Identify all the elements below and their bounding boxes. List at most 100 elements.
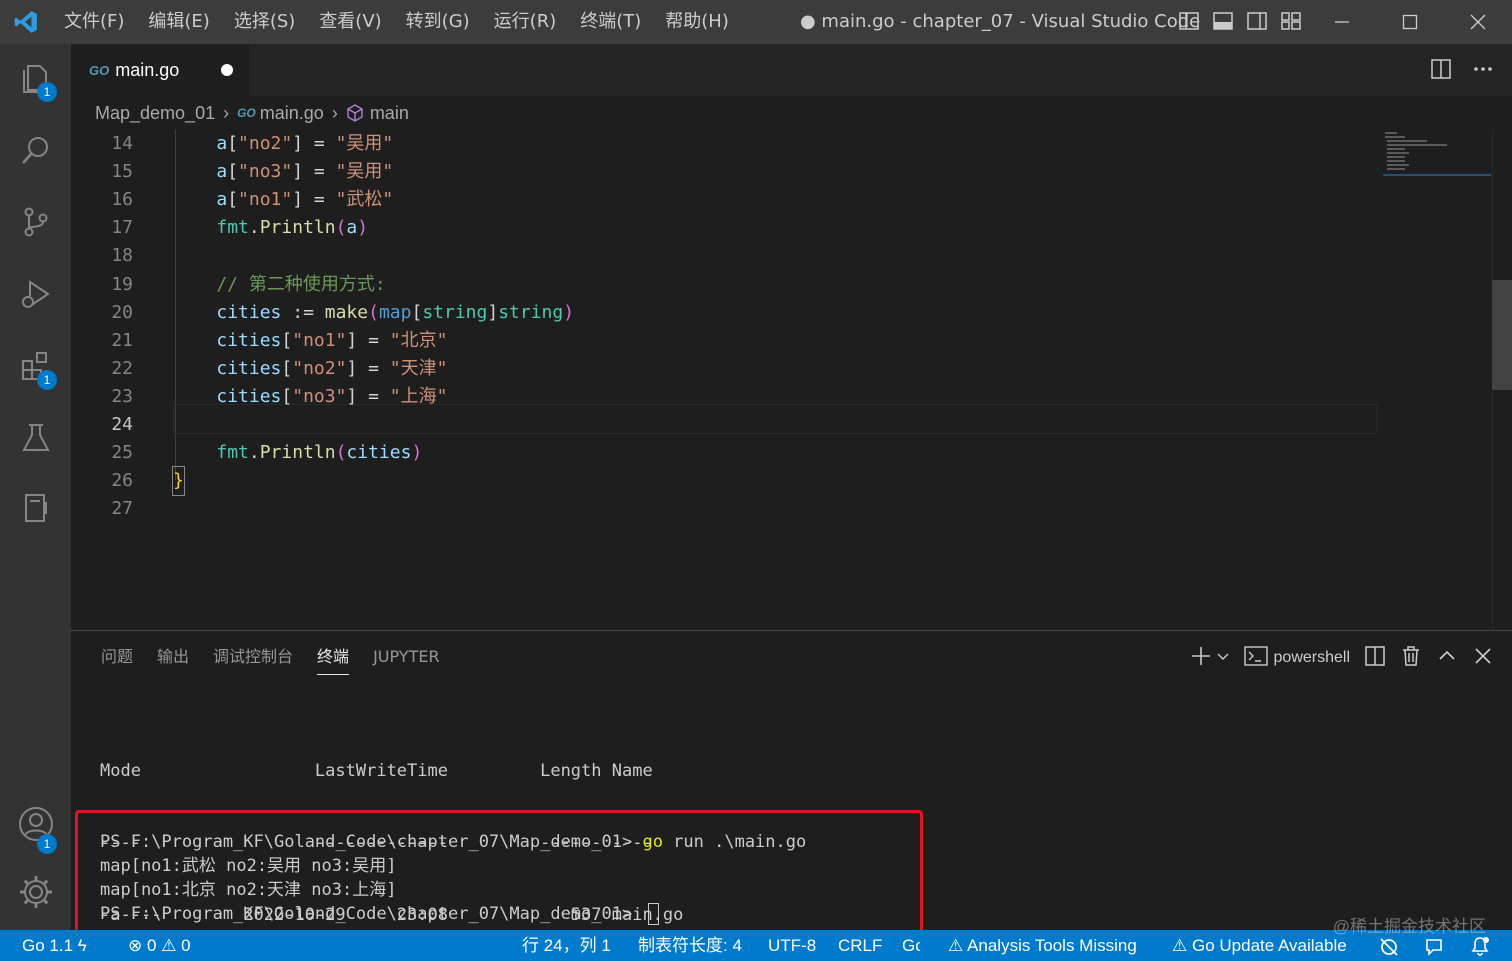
maximize-panel-icon[interactable] xyxy=(1436,645,1458,671)
chevron-down-icon[interactable] xyxy=(1216,649,1230,668)
tab-terminal[interactable]: 终端 xyxy=(305,631,361,683)
customize-layout-icon[interactable] xyxy=(1280,10,1302,32)
new-terminal-icon[interactable] xyxy=(1190,645,1212,671)
copilot-off-icon[interactable] xyxy=(1378,936,1400,961)
editor-scroll-thumb[interactable] xyxy=(1492,280,1512,390)
go-version[interactable]: Go 1.1 ϟ xyxy=(22,930,87,961)
maximize-icon[interactable] xyxy=(1376,0,1444,44)
remote-explorer-icon[interactable] xyxy=(0,474,71,542)
code-line[interactable]: 24 xyxy=(71,411,1491,439)
terminal-name[interactable]: powershell xyxy=(1274,649,1350,667)
menu-run[interactable]: 运行(R) xyxy=(482,0,569,44)
menu-view[interactable]: 查看(V) xyxy=(307,0,393,44)
code-text: a["no3"] = "吴用" xyxy=(216,161,394,183)
tab-problems[interactable]: 问题 xyxy=(89,631,145,683)
go-update-status[interactable]: ⚠ Go Update Available xyxy=(1172,930,1347,961)
terminal-icon xyxy=(1243,645,1268,671)
line-number: 16 xyxy=(111,189,133,211)
line-number: 15 xyxy=(111,161,133,183)
run-debug-icon[interactable] xyxy=(0,260,71,328)
more-actions-icon[interactable] xyxy=(1472,58,1494,84)
chevron-right-icon: › xyxy=(331,102,338,123)
bottom-panel: 问题 输出 调试控制台 终端 JUPYTER powershell Mode L… xyxy=(71,630,1512,960)
menu-file[interactable]: 文件(F) xyxy=(52,0,136,44)
toggle-panel-icon[interactable] xyxy=(1212,10,1234,32)
extensions-icon[interactable]: 1 xyxy=(0,332,71,400)
terminal-output[interactable]: PS F:\Program_KF\Goland_Code\chapter_07\… xyxy=(100,831,806,927)
code-line[interactable]: 17 fmt.Println(a) xyxy=(71,214,1491,242)
code-line[interactable]: 18 xyxy=(71,242,1491,270)
tab-main-go[interactable]: GO main.go xyxy=(71,44,249,96)
analysis-label: Analysis Tools Missing xyxy=(967,936,1137,955)
title-bar: 文件(F) 编辑(E) 选择(S) 查看(V) 转到(G) 运行(R) 终端(T… xyxy=(0,0,1512,44)
menu-selection[interactable]: 选择(S) xyxy=(222,0,307,44)
line-number: 24 xyxy=(111,414,133,435)
code-line[interactable]: 19 // 第二种使用方式: xyxy=(71,271,1491,299)
warning-icon: ⚠ xyxy=(948,936,964,955)
editor-scrollbar[interactable] xyxy=(1492,130,1512,630)
breadcrumb-folder[interactable]: Map_demo_01 xyxy=(95,103,215,124)
code-line[interactable]: 14 a["no2"] = "吴用" xyxy=(71,130,1491,158)
toggle-primary-sidebar-icon[interactable] xyxy=(1178,10,1200,32)
menu-go[interactable]: 转到(G) xyxy=(394,0,482,44)
code-text: // 第二种使用方式: xyxy=(173,273,386,295)
terminal-scrollbar[interactable] xyxy=(1498,691,1512,931)
line-number: 26 xyxy=(111,470,133,492)
output-line-2: map[no1:北京 no2:天津 no3:上海] xyxy=(100,880,397,900)
trash-icon[interactable] xyxy=(1400,645,1422,671)
testing-icon[interactable] xyxy=(0,404,71,472)
breadcrumb-symbol[interactable]: main xyxy=(370,103,409,124)
code-line[interactable]: 20 cities := make(map[string]string) xyxy=(71,299,1491,327)
menu-help[interactable]: 帮助(H) xyxy=(653,0,741,44)
analysis-tools-status[interactable]: ⚠ Analysis Tools Missing xyxy=(948,930,1137,961)
code-line[interactable]: 26} xyxy=(71,466,1491,497)
minimap[interactable] xyxy=(1383,130,1493,180)
split-terminal-icon[interactable] xyxy=(1364,645,1386,671)
search-icon[interactable] xyxy=(0,116,71,184)
source-control-icon[interactable] xyxy=(0,188,71,256)
line-number: 27 xyxy=(111,498,133,520)
accounts-icon[interactable]: 1 xyxy=(0,790,71,858)
minimize-icon[interactable] xyxy=(1308,0,1376,44)
close-icon[interactable] xyxy=(1444,0,1512,44)
close-panel-icon[interactable] xyxy=(1472,645,1494,671)
line-number: 20 xyxy=(111,301,133,323)
toggle-secondary-sidebar-icon[interactable] xyxy=(1246,10,1268,32)
warning-count: 0 xyxy=(181,936,191,955)
end-of-line[interactable]: CRLF xyxy=(838,930,882,961)
code-line[interactable]: 27 xyxy=(71,495,1491,523)
line-number: 22 xyxy=(111,357,133,379)
code-line[interactable]: 21 cities["no1"] = "北京" xyxy=(71,327,1491,355)
tab-size[interactable]: 制表符长度: 4 xyxy=(638,930,742,961)
feedback-icon[interactable] xyxy=(1424,936,1446,961)
unsaved-dot-icon[interactable] xyxy=(221,64,233,76)
encoding[interactable]: UTF-8 xyxy=(768,930,816,961)
output-line-1: map[no1:武松 no2:吴用 no3:吴用] xyxy=(100,856,397,876)
menu-edit[interactable]: 编辑(E) xyxy=(136,0,221,44)
vscode-logo-icon xyxy=(0,0,52,44)
menu-terminal[interactable]: 终端(T) xyxy=(568,0,653,44)
editor-tab-bar: GO main.go xyxy=(71,44,1512,96)
problems-indicator[interactable]: ⊗ 0 ⚠ 0 xyxy=(128,930,191,961)
tab-output[interactable]: 输出 xyxy=(145,631,201,683)
code-line[interactable]: 23 cities["no3"] = "上海" xyxy=(71,383,1491,411)
explorer-icon[interactable]: 1 xyxy=(0,44,71,112)
tab-debug-console[interactable]: 调试控制台 xyxy=(201,631,305,683)
cursor-position[interactable]: 行 24，列 1 xyxy=(522,930,611,961)
code-line[interactable]: 16 a["no1"] = "武松" xyxy=(71,186,1491,214)
status-bar: Go 1.1 ϟ ⊗ 0 ⚠ 0 行 24，列 1 制表符长度: 4 UTF-8… xyxy=(0,930,1512,961)
notifications-bell-icon[interactable] xyxy=(1470,935,1490,961)
code-line[interactable]: 22 cities["no2"] = "天津" xyxy=(71,355,1491,383)
tab-jupyter[interactable]: JUPYTER xyxy=(361,631,452,683)
split-editor-icon[interactable] xyxy=(1430,58,1452,84)
code-line[interactable]: 25 fmt.Println(cities) xyxy=(71,439,1491,467)
language-mode[interactable]: Go xyxy=(902,930,920,961)
settings-gear-icon[interactable] xyxy=(0,858,71,926)
code-editor[interactable]: 14 a["no2"] = "吴用" 15 a["no3"] = "吴用" 16 a… xyxy=(71,130,1512,630)
breadcrumb-file[interactable]: main.go xyxy=(260,103,324,124)
panel-actions: powershell xyxy=(1190,645,1494,671)
line-number: 19 xyxy=(111,273,133,295)
code-text: } xyxy=(172,466,185,497)
window-controls xyxy=(1308,0,1512,44)
code-line[interactable]: 15 a["no3"] = "吴用" xyxy=(71,158,1491,186)
